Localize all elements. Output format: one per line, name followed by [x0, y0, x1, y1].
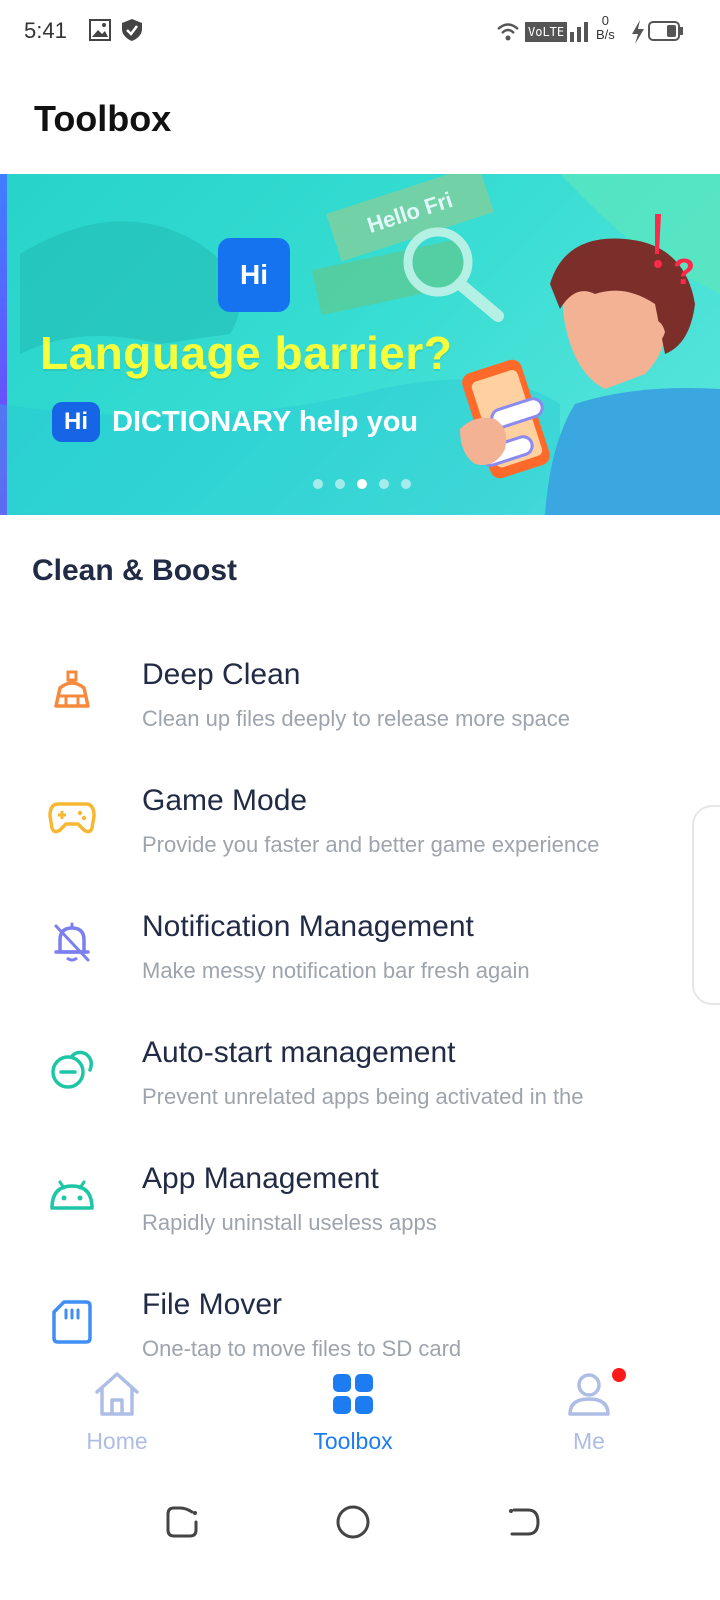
recents-button[interactable]	[162, 1502, 202, 1542]
svg-text:?: ?	[673, 251, 695, 292]
banner-subtitle: DICTIONARY help you	[112, 406, 419, 438]
charging-icon	[632, 20, 644, 44]
system-nav	[0, 1480, 720, 1600]
promo-banner[interactable]: Hello Fri Hi Language barrier? Hi DICTIO…	[0, 174, 720, 515]
net-speed-value: 0	[601, 13, 610, 28]
gamepad-icon	[48, 802, 96, 834]
nav-me[interactable]: Me	[519, 1368, 659, 1468]
floating-side-handle[interactable]	[692, 805, 720, 1005]
nav-home[interactable]: Home	[47, 1368, 187, 1468]
image-icon	[89, 19, 111, 41]
android-icon	[50, 1180, 94, 1210]
tool-desc: Provide you faster and better game exper…	[142, 832, 600, 857]
hi-app-logo-text: Hi	[240, 259, 268, 290]
section-title: Clean & Boost	[32, 554, 238, 587]
tool-item-deep-clean[interactable]: Deep Clean Clean up files deeply to rele…	[0, 632, 720, 758]
nav-label-me: Me	[573, 1428, 605, 1454]
volte-icon: VoLTE	[525, 22, 568, 42]
carousel-dot-active[interactable]	[357, 479, 367, 489]
carousel-dots	[313, 479, 411, 489]
tool-desc: Prevent unrelated apps being activated i…	[142, 1084, 584, 1109]
nav-toolbox[interactable]: Toolbox	[283, 1368, 423, 1468]
tool-name: Deep Clean	[142, 658, 301, 691]
banner-headline: Language barrier?	[40, 327, 453, 379]
hi-badge: Hi	[52, 402, 100, 442]
tool-name: App Management	[142, 1162, 379, 1195]
carousel-dot[interactable]	[401, 479, 411, 489]
nav-label-toolbox: Toolbox	[313, 1428, 393, 1454]
tool-name: Game Mode	[142, 784, 308, 817]
person-illustration: ?	[460, 214, 720, 515]
carousel-dot[interactable]	[313, 479, 323, 489]
net-speed: 0 B/s	[596, 14, 615, 42]
tool-list: Deep Clean Clean up files deeply to rele…	[0, 632, 720, 1388]
signal-icon	[563, 22, 588, 42]
tool-item-notification-management[interactable]: Notification Management Make messy notif…	[0, 884, 720, 1010]
carousel-dot[interactable]	[379, 479, 389, 489]
sd-card-icon	[52, 1300, 92, 1344]
home-icon	[95, 1372, 139, 1416]
net-speed-unit: B/s	[596, 27, 615, 42]
shield-icon	[122, 19, 142, 41]
hi-badge-text: Hi	[64, 408, 88, 435]
back-button[interactable]	[504, 1502, 544, 1542]
status-bar: 5:41 VoLTE 0 B/s	[0, 0, 720, 64]
broom-icon	[54, 670, 90, 708]
person-icon	[568, 1373, 610, 1416]
grid-icon	[333, 1374, 373, 1414]
notification-dot	[612, 1368, 626, 1382]
tool-name: File Mover	[142, 1288, 283, 1321]
tool-item-game-mode[interactable]: Game Mode Provide you faster and better …	[0, 758, 720, 884]
home-button[interactable]	[333, 1502, 373, 1542]
status-time: 5:41	[24, 18, 67, 43]
tool-name: Notification Management	[142, 910, 474, 943]
hi-app-logo: Hi	[218, 238, 290, 312]
tool-desc: Clean up files deeply to release more sp…	[142, 706, 571, 731]
nav-label-home: Home	[86, 1428, 148, 1454]
page-title: Toolbox	[34, 98, 172, 139]
tool-desc: Rapidly uninstall useless apps	[142, 1210, 437, 1235]
tool-item-auto-start[interactable]: Auto-start management Prevent unrelated …	[0, 1010, 720, 1136]
auto-start-icon	[51, 1050, 94, 1089]
battery-icon	[648, 21, 683, 41]
bell-off-icon	[54, 922, 90, 962]
volte-label: VoLTE	[528, 25, 565, 39]
tool-name: Auto-start management	[142, 1036, 456, 1069]
tool-desc: Make messy notification bar fresh again	[142, 958, 530, 983]
carousel-dot[interactable]	[335, 479, 345, 489]
tool-item-app-management[interactable]: App Management Rapidly uninstall useless…	[0, 1136, 720, 1262]
wifi-icon	[497, 23, 519, 41]
